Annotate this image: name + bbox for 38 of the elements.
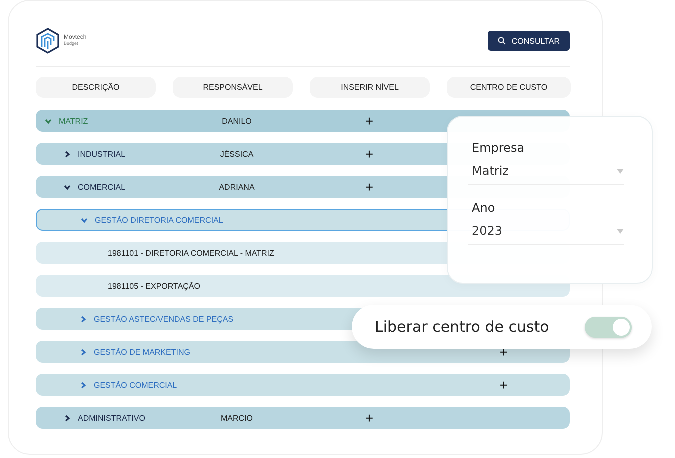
select-field[interactable]: 2023 <box>468 218 624 245</box>
responsible-name: MARCIO <box>221 414 253 422</box>
add-level-icon[interactable]: + <box>365 410 374 426</box>
row-label: GESTÃO DIRETORIA COMERCIAL <box>95 216 224 224</box>
chevron-down-icon[interactable] <box>64 184 71 190</box>
column-header[interactable]: RESPONSÁVEL <box>173 77 293 98</box>
select-field[interactable]: Matriz <box>468 158 624 185</box>
dropdown-icon <box>617 168 624 174</box>
chevron-right-icon[interactable] <box>64 414 71 422</box>
consultar-button[interactable]: CONSULTAR <box>488 31 570 51</box>
row-label: 1981105 - EXPORTAÇÃO <box>108 282 200 290</box>
toggle-switch[interactable] <box>585 316 632 338</box>
row-label: 1981101 - DIRETORIA COMERCIAL - MATRIZ <box>108 248 274 258</box>
row-label: GESTÃO COMERCIAL <box>94 380 178 390</box>
row-label: INDUSTRIAL <box>78 150 126 158</box>
tree-row[interactable]: 1981105 - EXPORTAÇÃO <box>36 275 570 297</box>
tree-row[interactable]: ADMINISTRATIVO MARCIO + <box>36 407 570 429</box>
add-level-icon[interactable]: + <box>365 113 374 129</box>
responsible-name: DANILO <box>222 116 252 126</box>
dropdown-icon <box>617 228 624 234</box>
column-header[interactable]: DESCRIÇÃO <box>36 77 156 98</box>
tree-row[interactable]: GESTÃO COMERCIAL + <box>36 374 570 396</box>
row-label: ADMINISTRATIVO <box>78 414 146 422</box>
logo-icon <box>36 28 60 54</box>
column-header[interactable]: INSERIR NÍVEL <box>310 77 430 98</box>
responsible-name: JÉSSICA <box>220 150 254 158</box>
add-level-icon[interactable]: + <box>365 146 374 162</box>
add-cost-center-icon[interactable]: + <box>500 377 508 393</box>
add-level-icon[interactable]: + <box>365 179 374 195</box>
row-label: COMERCIAL <box>78 182 126 192</box>
row-label: MATRIZ <box>59 116 88 126</box>
chevron-right-icon[interactable] <box>64 150 71 158</box>
row-label: GESTÃO ASTEC/VENDAS DE PEÇAS <box>94 314 234 324</box>
row-label: GESTÃO DE MARKETING <box>94 348 190 356</box>
responsible-name: ADRIANA <box>219 182 255 192</box>
search-icon <box>498 37 506 45</box>
field-label: Empresa <box>472 141 526 155</box>
column-header[interactable]: CENTRO DE CUSTO <box>447 77 571 98</box>
